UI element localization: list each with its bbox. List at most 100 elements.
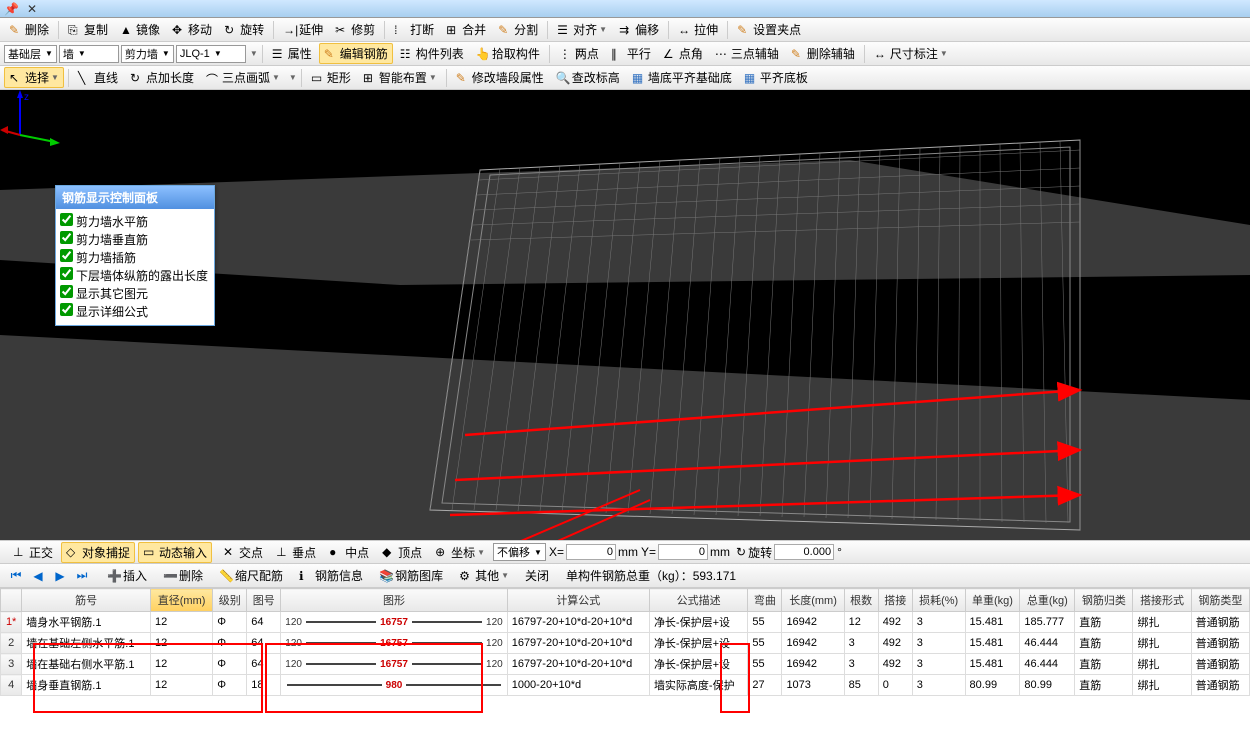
shape-cell[interactable]: 12016757120 [281, 633, 507, 654]
delaux-button[interactable]: ✎删除辅轴 [786, 43, 860, 64]
cell[interactable]: 492 [878, 633, 912, 654]
column-header[interactable]: 单重(kg) [965, 589, 1020, 612]
extend-button[interactable]: →|延伸 [278, 19, 328, 40]
copy-button[interactable]: ⎘复制 [63, 19, 113, 40]
row-number[interactable]: 2 [1, 633, 22, 654]
panel-item[interactable]: 剪力墙水平筋 [60, 213, 210, 230]
column-header[interactable]: 搭接 [878, 589, 912, 612]
cell[interactable]: 12 [150, 675, 212, 696]
offset-combo[interactable]: 不偏移▼ [493, 543, 546, 561]
cell[interactable]: 12 [844, 612, 878, 633]
cell[interactable]: 12 [150, 612, 212, 633]
cell[interactable]: 普通钢筋 [1191, 612, 1249, 633]
column-header[interactable]: 总重(kg) [1020, 589, 1075, 612]
props-button[interactable]: ☰属性 [267, 43, 317, 64]
cell[interactable]: 净长-保护层+设 [649, 612, 747, 633]
cell[interactable]: 直筋 [1075, 633, 1133, 654]
rebar-table[interactable]: 筋号直径(mm)级别图号图形计算公式公式描述弯曲长度(mm)根数搭接损耗(%)单… [0, 588, 1250, 753]
cell[interactable]: 绑扎 [1133, 612, 1191, 633]
line-button[interactable]: ╲直线 [73, 67, 123, 88]
arc3-button[interactable]: ⌒三点画弧▼ [201, 67, 285, 88]
table-row[interactable]: 4 墙身垂直钢筋.1 12 Φ 18 980 1000-20+10*d 墙实际高… [1, 675, 1250, 696]
cell[interactable]: 3 [912, 612, 965, 633]
panel-item[interactable]: 下层墙体纵筋的露出长度 [60, 267, 210, 284]
shape-cell[interactable]: 12016757120 [281, 654, 507, 675]
x-input[interactable] [566, 544, 616, 560]
cell[interactable]: 16797-20+10*d-20+10*d [507, 612, 649, 633]
cell[interactable]: 绑扎 [1133, 654, 1191, 675]
cell[interactable]: 27 [748, 675, 782, 696]
move-button[interactable]: ✥移动 [167, 19, 217, 40]
shape-cell[interactable]: 12016757120 [281, 612, 507, 633]
cell[interactable]: 80.99 [1020, 675, 1075, 696]
delete-row-button[interactable]: ➖删除 [158, 565, 208, 586]
align-button[interactable]: ☰对齐▼ [552, 19, 612, 40]
cell[interactable]: 普通钢筋 [1191, 675, 1249, 696]
cell[interactable]: 0 [878, 675, 912, 696]
rotate-button[interactable]: ↻旋转 [219, 19, 269, 40]
chkelev-button[interactable]: 🔍查改标高 [551, 67, 625, 88]
threepoint-button[interactable]: ⋯三点辅轴 [710, 43, 784, 64]
cell[interactable]: 墙身垂直钢筋.1 [22, 675, 151, 696]
row-number[interactable]: 3 [1, 654, 22, 675]
mid-button[interactable]: ●中点 [324, 542, 374, 563]
column-header[interactable]: 图号 [247, 589, 281, 612]
cell[interactable]: 净长-保护层+设 [649, 654, 747, 675]
cell[interactable]: 185.777 [1020, 612, 1075, 633]
rot-input[interactable] [774, 544, 834, 560]
vert-button[interactable]: ◆顶点 [377, 542, 427, 563]
dyninput-button[interactable]: ▭动态输入 [138, 542, 212, 563]
nav-last-icon[interactable]: ⏭ [74, 568, 90, 584]
column-header[interactable]: 级别 [213, 589, 247, 612]
cell[interactable]: 直筋 [1075, 675, 1133, 696]
barinfo-button[interactable]: ℹ钢筋信息 [294, 565, 368, 586]
barlib-button[interactable]: 📚钢筋图库 [374, 565, 448, 586]
cell[interactable]: 绑扎 [1133, 675, 1191, 696]
split-button[interactable]: ✎分割 [493, 19, 543, 40]
pin-icon[interactable]: 📌 [4, 2, 19, 16]
cell[interactable]: 直筋 [1075, 612, 1133, 633]
column-header[interactable]: 钢筋类型 [1191, 589, 1249, 612]
cell[interactable]: 3 [912, 675, 965, 696]
column-header[interactable]: 弯曲 [748, 589, 782, 612]
panel-item[interactable]: 剪力墙垂直筋 [60, 231, 210, 248]
cell[interactable]: 64 [247, 654, 281, 675]
column-header[interactable]: 损耗(%) [912, 589, 965, 612]
cell[interactable]: 墙身水平钢筋.1 [22, 612, 151, 633]
osnap-button[interactable]: ◇对象捕捉 [61, 542, 135, 563]
cell[interactable]: 492 [878, 654, 912, 675]
panel-item[interactable]: 显示其它图元 [60, 285, 210, 302]
cell[interactable]: 12 [150, 654, 212, 675]
cell[interactable]: Φ [213, 612, 247, 633]
btmflush-button[interactable]: ▦墙底平齐基础底 [627, 67, 737, 88]
cell[interactable]: 15.481 [965, 633, 1020, 654]
cell[interactable]: 3 [912, 633, 965, 654]
cell[interactable]: 55 [748, 654, 782, 675]
shape-cell[interactable]: 980 [281, 675, 507, 696]
autoarr-button[interactable]: ⊞智能布置▼ [358, 67, 442, 88]
cell[interactable]: 12 [150, 633, 212, 654]
ortho-button[interactable]: ⊥正交 [8, 542, 58, 563]
coord-button[interactable]: ⊕坐标▼ [430, 542, 490, 563]
nav-first-icon[interactable]: ⏮ [8, 568, 24, 584]
cell[interactable]: 墙在基础左侧水平筋.1 [22, 633, 151, 654]
editseg-button[interactable]: ✎修改墙段属性 [451, 67, 549, 88]
delete-button[interactable]: ✎删除 [4, 19, 54, 40]
panel-item[interactable]: 显示详细公式 [60, 303, 210, 320]
column-header[interactable]: 根数 [844, 589, 878, 612]
panel-item[interactable]: 剪力墙插筋 [60, 249, 210, 266]
cell[interactable]: 3 [844, 654, 878, 675]
column-header[interactable]: 筋号 [22, 589, 151, 612]
dropdown-icon[interactable]: ▼ [289, 73, 297, 82]
close-table-button[interactable]: 关闭 [520, 565, 554, 586]
wall-combo[interactable]: 墙▼ [59, 45, 119, 63]
cell[interactable]: 3 [912, 654, 965, 675]
nav-next-icon[interactable]: ▶ [52, 568, 68, 584]
column-header[interactable] [1, 589, 22, 612]
cell[interactable]: 46.444 [1020, 633, 1075, 654]
cell[interactable]: 3 [844, 633, 878, 654]
cell[interactable]: 80.99 [965, 675, 1020, 696]
rebar-display-panel[interactable]: 钢筋显示控制面板 剪力墙水平筋 剪力墙垂直筋 剪力墙插筋 下层墙体纵筋的露出长度… [55, 185, 215, 326]
cell[interactable]: Φ [213, 633, 247, 654]
cell[interactable]: 15.481 [965, 654, 1020, 675]
